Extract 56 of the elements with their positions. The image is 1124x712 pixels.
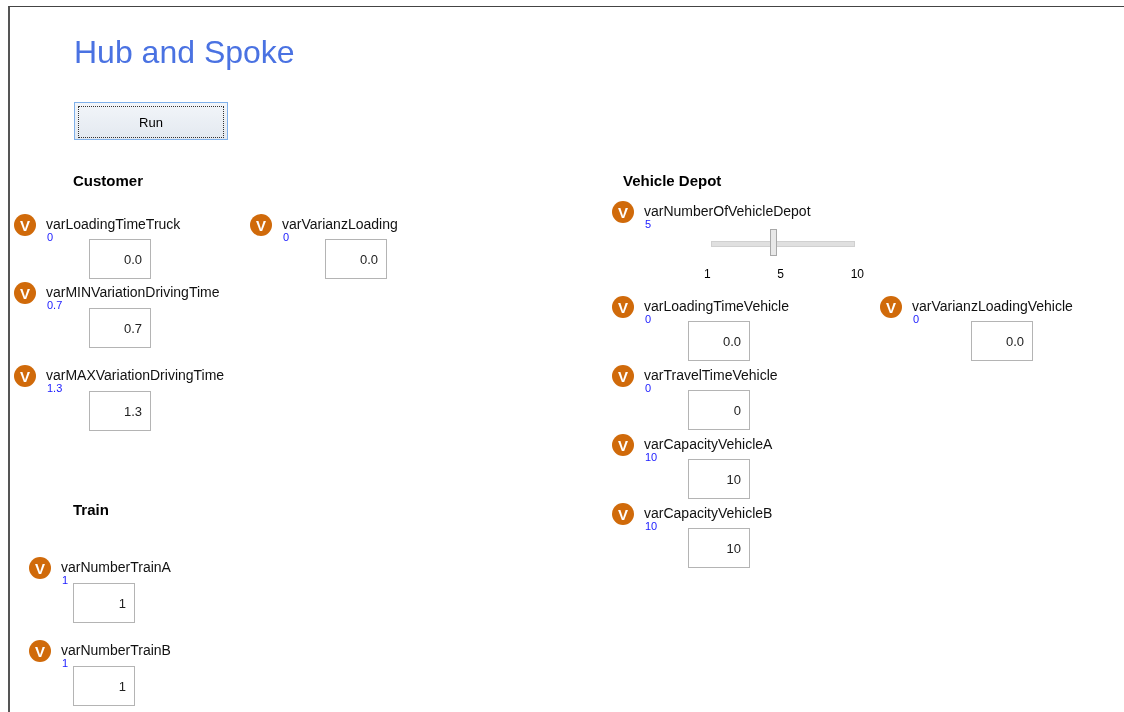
- variable-name: varNumberTrainA: [61, 559, 171, 575]
- input-field[interactable]: 0.0: [971, 321, 1033, 361]
- variable-icon: V: [14, 365, 36, 387]
- variable-icon: V: [612, 201, 634, 223]
- slider-tick-label: 5: [777, 267, 784, 281]
- variable-icon: V: [612, 503, 634, 525]
- slider-thumb[interactable]: [770, 229, 778, 256]
- variable-value: 1.3: [47, 383, 63, 394]
- variable-name: varMINVariationDrivingTime: [46, 284, 220, 300]
- slider-tick-label: 1: [704, 267, 711, 281]
- variable-name: varLoadingTimeVehicle: [644, 298, 789, 314]
- input-field[interactable]: 0.0: [325, 239, 387, 279]
- variable-name: varLoadingTimeTruck: [46, 216, 181, 232]
- variable-value: 0: [283, 232, 290, 243]
- variable-icon: V: [14, 282, 36, 304]
- input-field[interactable]: 0.0: [688, 321, 750, 361]
- variable-icon: V: [29, 557, 51, 579]
- input-field[interactable]: 10: [688, 459, 750, 499]
- variable-name: varMAXVariationDrivingTime: [46, 367, 225, 383]
- variable-value: 0: [645, 314, 652, 325]
- section-heading: Customer: [73, 172, 143, 189]
- variable-icon: V: [14, 214, 36, 236]
- page-title: Hub and Spoke: [74, 34, 295, 71]
- input-field[interactable]: 1: [73, 666, 135, 706]
- variable-name: varCapacityVehicleA: [644, 436, 773, 452]
- input-field[interactable]: 10: [688, 528, 750, 568]
- section-heading: Train: [73, 501, 109, 518]
- variable-name: varVarianzLoadingVehicle: [912, 298, 1073, 314]
- variable-value: 0: [645, 383, 652, 394]
- input-field[interactable]: 0.0: [89, 239, 151, 279]
- variable-icon: V: [612, 365, 634, 387]
- variable-icon: V: [612, 296, 634, 318]
- input-field[interactable]: 0.7: [89, 308, 151, 348]
- section-heading: Vehicle Depot: [623, 172, 722, 189]
- variable-name: varVarianzLoading: [282, 216, 398, 232]
- variable-icon: V: [612, 434, 634, 456]
- variable-value: 10: [645, 452, 658, 463]
- variable-value: 10: [645, 521, 658, 532]
- variable-value: 0.7: [47, 300, 63, 311]
- variable-value: 1: [62, 575, 69, 586]
- variable-name: varTravelTimeVehicle: [644, 367, 778, 383]
- variable-icon: V: [250, 214, 272, 236]
- variable-icon: V: [880, 296, 902, 318]
- variable-value: 5: [645, 219, 652, 230]
- run-button[interactable]: Run: [74, 102, 228, 140]
- input-field[interactable]: 0: [688, 390, 750, 430]
- input-field[interactable]: 1: [73, 583, 135, 623]
- variable-value: 0: [913, 314, 920, 325]
- slider-tick-label: 10: [850, 267, 864, 281]
- variable-value: 1: [62, 658, 69, 669]
- input-field[interactable]: 1.3: [89, 391, 151, 431]
- variable-name: varNumberOfVehicleDepot: [644, 203, 811, 219]
- variable-name: varCapacityVehicleB: [644, 505, 773, 521]
- variable-name: varNumberTrainB: [61, 642, 171, 658]
- variable-value: 0: [47, 232, 54, 243]
- variable-icon: V: [29, 640, 51, 662]
